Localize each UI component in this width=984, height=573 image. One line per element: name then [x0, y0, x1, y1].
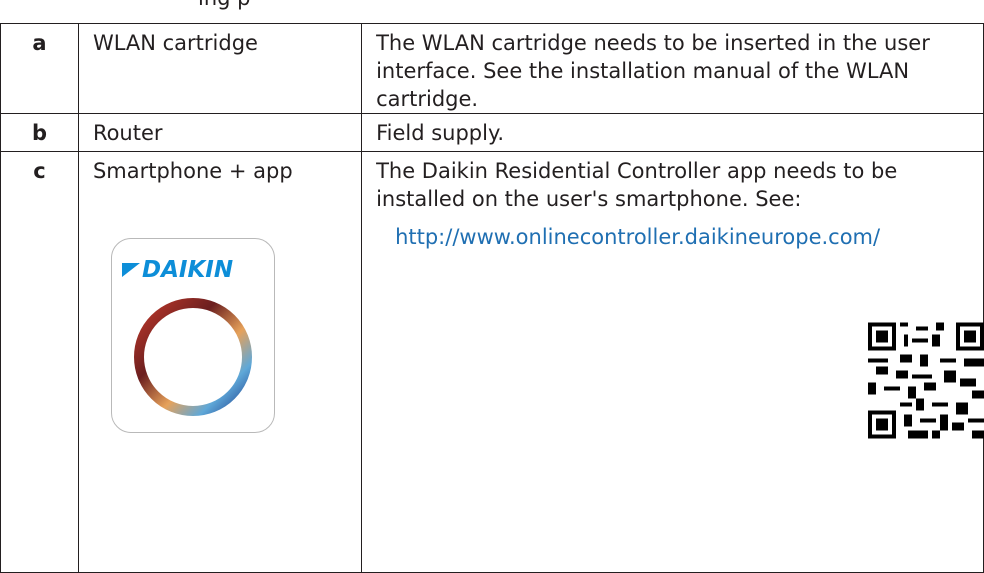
- daikin-logo-graphic: DAIKIN: [122, 257, 252, 416]
- table-row: a WLAN cartridge The WLAN cartridge need…: [0, 23, 984, 114]
- row-key: c: [0, 151, 79, 573]
- row-name: Router: [77, 113, 363, 152]
- row-key: b: [0, 113, 79, 152]
- controller-link[interactable]: http://www.onlinecontroller.daikineurope…: [376, 223, 983, 251]
- table-row: b Router Field supply.: [0, 113, 984, 152]
- row-name-text: Smartphone + app: [92, 159, 293, 183]
- row-name: WLAN cartridge: [77, 23, 363, 114]
- row-description: Field supply.: [361, 113, 984, 152]
- daikin-brand-text: DAIKIN: [142, 257, 233, 283]
- row-description-text: The Daikin Residential Controller app ne…: [376, 159, 898, 211]
- table-caption: ing p: [198, 0, 250, 10]
- daikin-app-icon: DAIKIN: [111, 238, 275, 433]
- row-key: a: [0, 23, 79, 114]
- row-description: The WLAN cartridge needs to be inserted …: [361, 23, 984, 114]
- qr-code-icon: [868, 322, 984, 439]
